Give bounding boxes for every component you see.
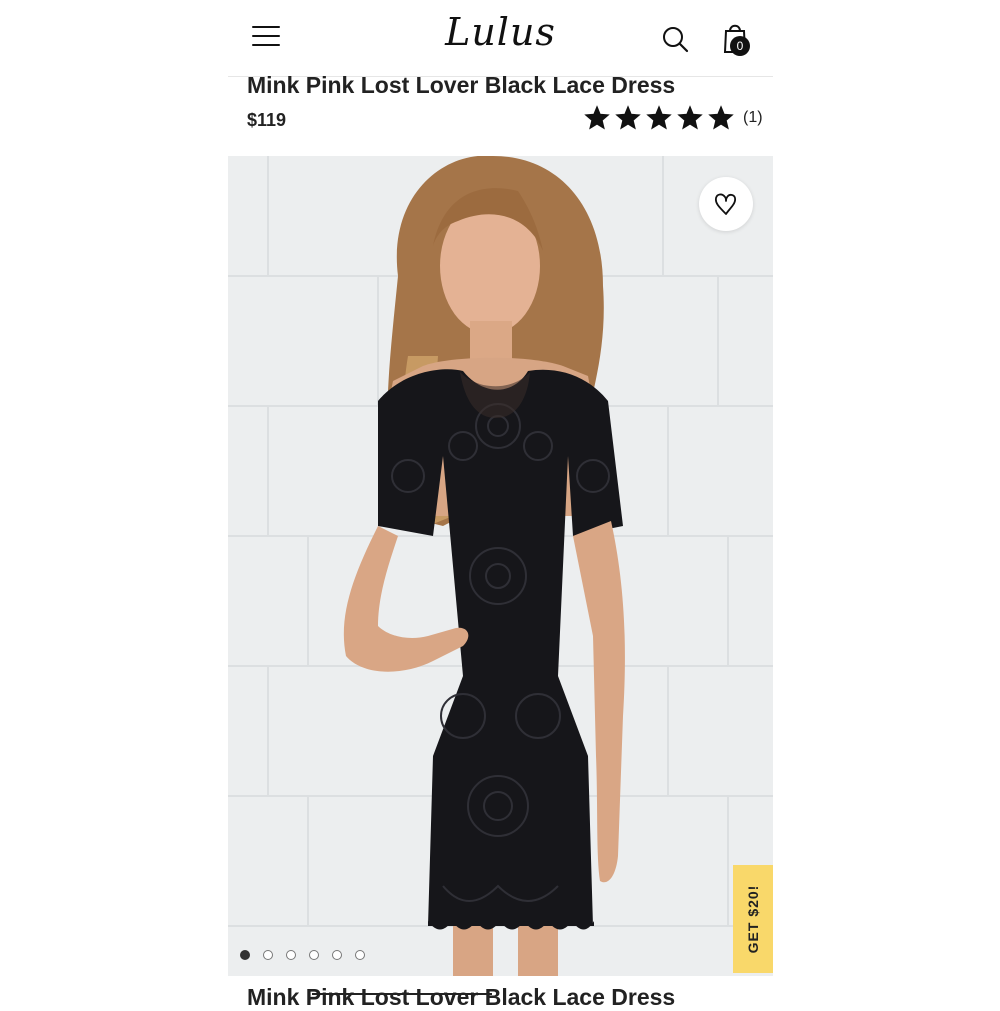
carousel-dot[interactable] [286,950,296,960]
product-price: $119 [247,110,287,130]
top-header: Lulus 0 [228,0,773,77]
brand-logo[interactable]: Lulus [228,10,773,54]
review-count: (1) [743,109,763,126]
star-icon [615,105,641,130]
search-icon[interactable] [660,24,690,54]
star-rating [582,105,737,131]
carousel-dot[interactable] [263,950,273,960]
product-photo[interactable] [228,156,773,976]
star-icon [646,105,672,130]
product-rating[interactable]: (1) [582,104,763,132]
favorite-button[interactable] [699,177,753,231]
carousel-dot[interactable] [309,950,319,960]
next-product-title: Mink Pink Lost Lover Black Lace Dress [247,984,676,1010]
carousel-indicators [240,950,378,960]
cart-count-badge: 0 [730,36,750,56]
carousel-dot[interactable] [240,950,250,960]
model-in-black-lace-dress-image [228,156,773,976]
product-title: Mink Pink Lost Lover Black Lace Dress [247,72,676,98]
star-icon [708,105,734,130]
heart-icon [714,193,737,215]
carousel-dot[interactable] [332,950,342,960]
star-icon [677,105,703,130]
carousel-dot[interactable] [355,950,365,960]
promo-label: GET $20! [745,884,761,954]
star-icon [584,105,610,130]
strikethrough-line [312,993,492,995]
get-20-promo-tab[interactable]: GET $20! [733,865,773,973]
